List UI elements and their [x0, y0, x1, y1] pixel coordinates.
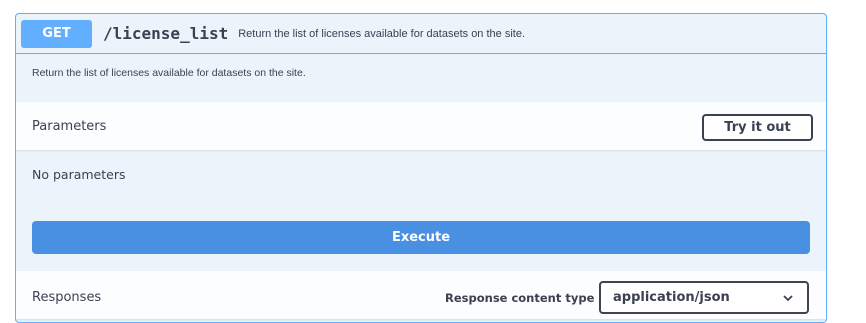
responses-title: Responses [32, 290, 102, 305]
endpoint-description: Return the list of licenses available fo… [32, 67, 306, 79]
parameters-header: Parameters Try it out [16, 102, 826, 150]
response-content-type-label: Response content type [445, 291, 595, 305]
try-it-out-button[interactable]: Try it out [702, 114, 813, 141]
select-value: application/json [613, 290, 730, 305]
responses-header: Responses Response content type applicat… [16, 271, 826, 319]
endpoint-path: /license_list [103, 24, 229, 43]
parameters-title: Parameters [32, 119, 107, 134]
opblock-summary[interactable]: GET /license_list Return the list of lic… [16, 14, 826, 54]
execute-button[interactable]: Execute [32, 221, 810, 254]
response-content-type-select[interactable]: application/json [599, 281, 809, 314]
no-parameters-text: No parameters [32, 167, 126, 182]
endpoint-summary: Return the list of licenses available fo… [238, 27, 526, 40]
method-badge: GET [21, 19, 92, 48]
chevron-down-icon [783, 295, 793, 302]
opblock-get: GET /license_list Return the list of lic… [15, 13, 827, 323]
